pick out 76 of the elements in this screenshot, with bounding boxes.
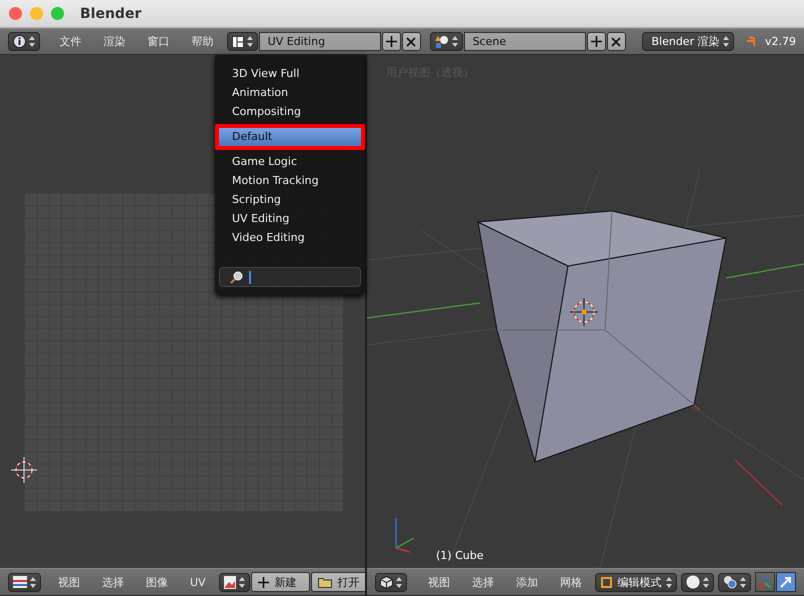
menu-item[interactable]: 图像 [137,574,177,590]
menu-item[interactable]: Game Logic [219,153,361,171]
cursor-icon [9,455,39,485]
menu-item[interactable]: Animation [219,84,361,102]
render-engine-dropdown[interactable]: Blender 渲染 [642,32,734,51]
menu-item[interactable]: Scripting [219,191,361,209]
menu-item[interactable]: 选择 [463,574,504,590]
pivot-dropdown[interactable] [718,572,751,592]
up-down-arrows-icon [740,576,746,588]
menu-item[interactable]: 渲染 [94,34,135,49]
up-down-arrows-icon [30,576,36,588]
info-icon [13,35,26,48]
search-icon [230,270,243,284]
open-button[interactable]: 打开 [310,572,365,592]
menu-item[interactable]: UV [181,576,215,588]
menu-item[interactable]: UV Editing [219,210,361,228]
menu-item[interactable]: 选择 [93,574,133,590]
menu-item[interactable]: 视图 [419,574,460,590]
up-down-arrows-icon [396,576,402,588]
menu-item[interactable]: 帮助 [182,34,223,49]
add-button[interactable] [382,32,401,51]
logo-icon [746,34,755,48]
menu-item[interactable]: 网格 [551,574,592,590]
version-label: v2.79 [764,35,796,48]
plus-icon [386,36,397,47]
mode-dropdown[interactable]: 编辑模式 [595,572,677,592]
menu-item[interactable]: Compositing [219,103,361,121]
layout-dropdown[interactable] [226,32,258,51]
axis-gizmo-icon [395,518,414,553]
up-down-arrows-icon [666,576,672,588]
up-down-arrows-icon [246,36,253,47]
menu-item[interactable]: 添加 [507,574,548,590]
image-dropdown[interactable] [218,572,250,592]
screen-layout-field[interactable]: UV Editing [258,32,381,51]
search-field[interactable] [219,267,361,287]
add-button[interactable] [586,32,606,51]
shading-dropdown[interactable] [681,572,714,592]
scene-field[interactable]: Scene [464,32,586,51]
delete-button[interactable] [402,32,421,51]
up-down-arrows-icon [722,36,729,47]
plus-icon [258,576,269,588]
image-editor-icon [13,576,27,588]
up-down-arrows-icon [452,36,458,47]
window-title: Blender [80,6,142,22]
scene-dropdown[interactable] [430,32,463,51]
new-button[interactable]: 新建 [250,572,310,592]
menu-item[interactable]: 文件 [50,34,91,49]
editor-type-dropdown[interactable] [8,32,40,51]
close-icon [406,36,416,46]
menu-item[interactable]: 视图 [49,574,89,590]
menu-item[interactable]: 窗口 [138,34,179,49]
sphere-icon [686,575,700,589]
menu-item[interactable]: 3D View Full [219,65,361,83]
editor-type-dropdown[interactable] [375,572,407,592]
mesh-icon [600,576,614,588]
plus-icon [590,36,602,47]
axes-icon [758,575,772,589]
up-down-arrows-icon [238,576,245,588]
arrow-icon [779,575,793,589]
up-down-arrows-icon [29,36,35,47]
image-icon [224,576,236,588]
shapes-icon [434,34,449,48]
delete-button[interactable] [606,32,626,51]
menu-item[interactable]: Default [215,124,365,150]
editor-type-dropdown[interactable] [8,572,41,592]
folder-icon [318,576,332,588]
cube-icon [380,576,393,588]
object-label: (1) Cube [436,549,484,562]
menu-item[interactable]: Video Editing [219,229,361,247]
menu-item[interactable]: Motion Tracking [219,172,361,190]
up-down-arrows-icon [703,576,709,588]
circles-icon [723,575,737,589]
tool-button[interactable] [776,572,796,592]
close-icon [611,36,622,46]
layout-icon [232,36,244,48]
cursor-icon [570,298,598,326]
